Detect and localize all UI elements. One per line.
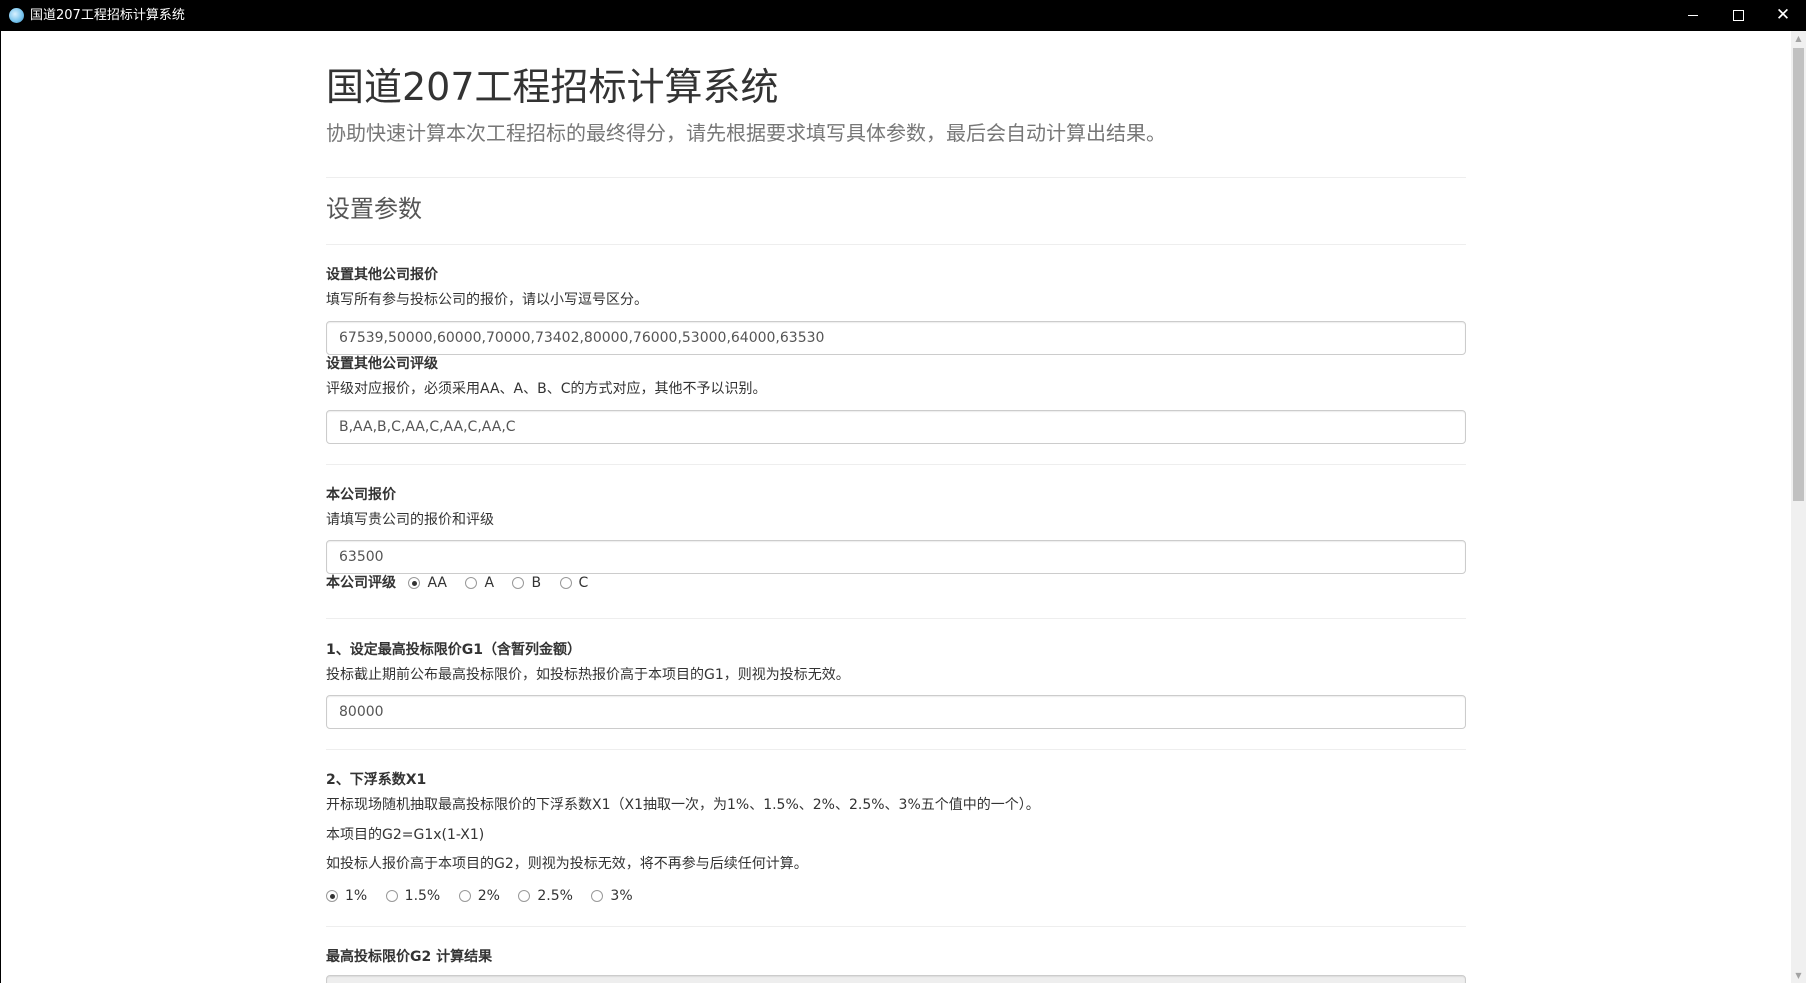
g1-label: 1、设定最高投标限价G1（含暂列金额） xyxy=(326,642,581,658)
g2-result-label: 最高投标限价G2 计算结果 xyxy=(326,949,493,965)
scrollbar-thumb[interactable] xyxy=(1793,48,1804,501)
divider xyxy=(326,926,1466,927)
x1-option-label: 3% xyxy=(610,888,633,904)
minimize-icon xyxy=(1688,15,1698,16)
own-rating-option-b[interactable]: B xyxy=(512,573,541,593)
page-subtitle: 协助快速计算本次工程招标的最终得分，请先根据要求填写具体参数，最后会自动计算出结… xyxy=(326,121,1166,145)
own-rating-option-label: AA xyxy=(427,575,447,591)
own-rating-group: 本公司评级 AA A B C xyxy=(326,573,588,593)
x1-note: 如投标人报价高于本项目的G2，则视为投标无效，将不再参与后续任何计算。 xyxy=(326,856,808,872)
x1-label: 2、下浮系数X1 xyxy=(326,772,427,788)
radio-checked-icon[interactable] xyxy=(408,577,421,589)
g1-help: 投标截止期前公布最高投标限价，如投标热报价高于本项目的G1，则视为投标无效。 xyxy=(326,667,850,683)
close-button[interactable]: ✕ xyxy=(1760,0,1806,31)
divider xyxy=(326,464,1466,465)
x1-option-label: 1.5% xyxy=(404,888,441,904)
own-rating-option-label: B xyxy=(531,575,542,591)
own-price-label: 本公司报价 xyxy=(326,487,396,503)
other-ratings-input[interactable]: B,AA,B,C,AA,C,AA,C,AA,C xyxy=(326,410,1466,444)
own-price-input[interactable]: 63500 xyxy=(326,540,1466,574)
other-prices-help: 填写所有参与投标公司的报价，请以小写逗号区分。 xyxy=(326,292,648,308)
g2-result-field xyxy=(326,975,1466,983)
x1-option-label: 2% xyxy=(477,888,500,904)
section-title: 设置参数 xyxy=(326,195,422,223)
divider xyxy=(326,749,1466,750)
other-prices-input[interactable]: 67539,50000,60000,70000,73402,80000,7600… xyxy=(326,321,1466,355)
app-globe-icon xyxy=(9,8,24,23)
x1-radio-group: 1% 1.5% 2% 2.5% 3% xyxy=(326,886,633,906)
x1-formula: 本项目的G2=G1x(1-X1) xyxy=(326,827,485,843)
maximize-icon xyxy=(1733,10,1744,21)
window-title: 国道207工程招标计算系统 xyxy=(30,8,185,23)
x1-option-label: 1% xyxy=(345,888,368,904)
window-titlebar: 国道207工程招标计算系统 ✕ xyxy=(0,0,1806,31)
x1-option-1[interactable]: 1% xyxy=(326,886,367,906)
own-rating-option-label: C xyxy=(578,575,589,591)
radio-unchecked-icon[interactable] xyxy=(518,890,531,902)
own-rating-option-aa[interactable]: AA xyxy=(408,573,447,593)
radio-unchecked-icon[interactable] xyxy=(559,577,572,589)
radio-unchecked-icon[interactable] xyxy=(458,890,471,902)
close-icon: ✕ xyxy=(1775,5,1791,25)
radio-unchecked-icon[interactable] xyxy=(512,577,525,589)
maximize-button[interactable] xyxy=(1715,0,1761,31)
app-viewport: 国道207工程招标计算系统 协助快速计算本次工程招标的最终得分，请先根据要求填写… xyxy=(0,31,1806,983)
scroll-down-icon[interactable]: ▼ xyxy=(1791,968,1806,983)
x1-help: 开标现场随机抽取最高投标限价的下浮系数X1（X1抽取一次，为1%、1.5%、2%… xyxy=(326,797,1040,813)
x1-option-label: 2.5% xyxy=(537,888,573,904)
radio-checked-icon[interactable] xyxy=(326,890,338,902)
radio-unchecked-icon[interactable] xyxy=(465,577,478,589)
page-title: 国道207工程招标计算系统 xyxy=(326,65,779,109)
divider xyxy=(326,177,1466,178)
other-ratings-label: 设置其他公司评级 xyxy=(326,356,438,372)
radio-unchecked-icon[interactable] xyxy=(385,890,398,902)
g1-input[interactable]: 80000 xyxy=(326,695,1466,729)
radio-unchecked-icon[interactable] xyxy=(591,890,604,902)
x1-option-3[interactable]: 3% xyxy=(591,886,633,906)
x1-option-1-5[interactable]: 1.5% xyxy=(385,886,441,906)
own-rating-option-c[interactable]: C xyxy=(559,573,589,593)
own-rating-option-a[interactable]: A xyxy=(465,573,494,593)
minimize-button[interactable] xyxy=(1670,0,1716,31)
scroll-up-icon[interactable]: ▲ xyxy=(1791,31,1806,46)
x1-option-2-5[interactable]: 2.5% xyxy=(518,886,573,906)
x1-option-2[interactable]: 2% xyxy=(458,886,500,906)
own-rating-option-label: A xyxy=(484,575,495,591)
own-rating-label: 本公司评级 xyxy=(326,575,396,591)
other-ratings-help: 评级对应报价，必须采用AA、A、B、C的方式对应，其他不予以识别。 xyxy=(326,381,767,397)
divider xyxy=(326,618,1466,619)
vertical-scrollbar[interactable]: ▲ ▼ xyxy=(1791,31,1806,983)
other-prices-label: 设置其他公司报价 xyxy=(326,267,438,283)
own-price-help: 请填写贵公司的报价和评级 xyxy=(326,512,494,528)
divider xyxy=(326,244,1466,245)
